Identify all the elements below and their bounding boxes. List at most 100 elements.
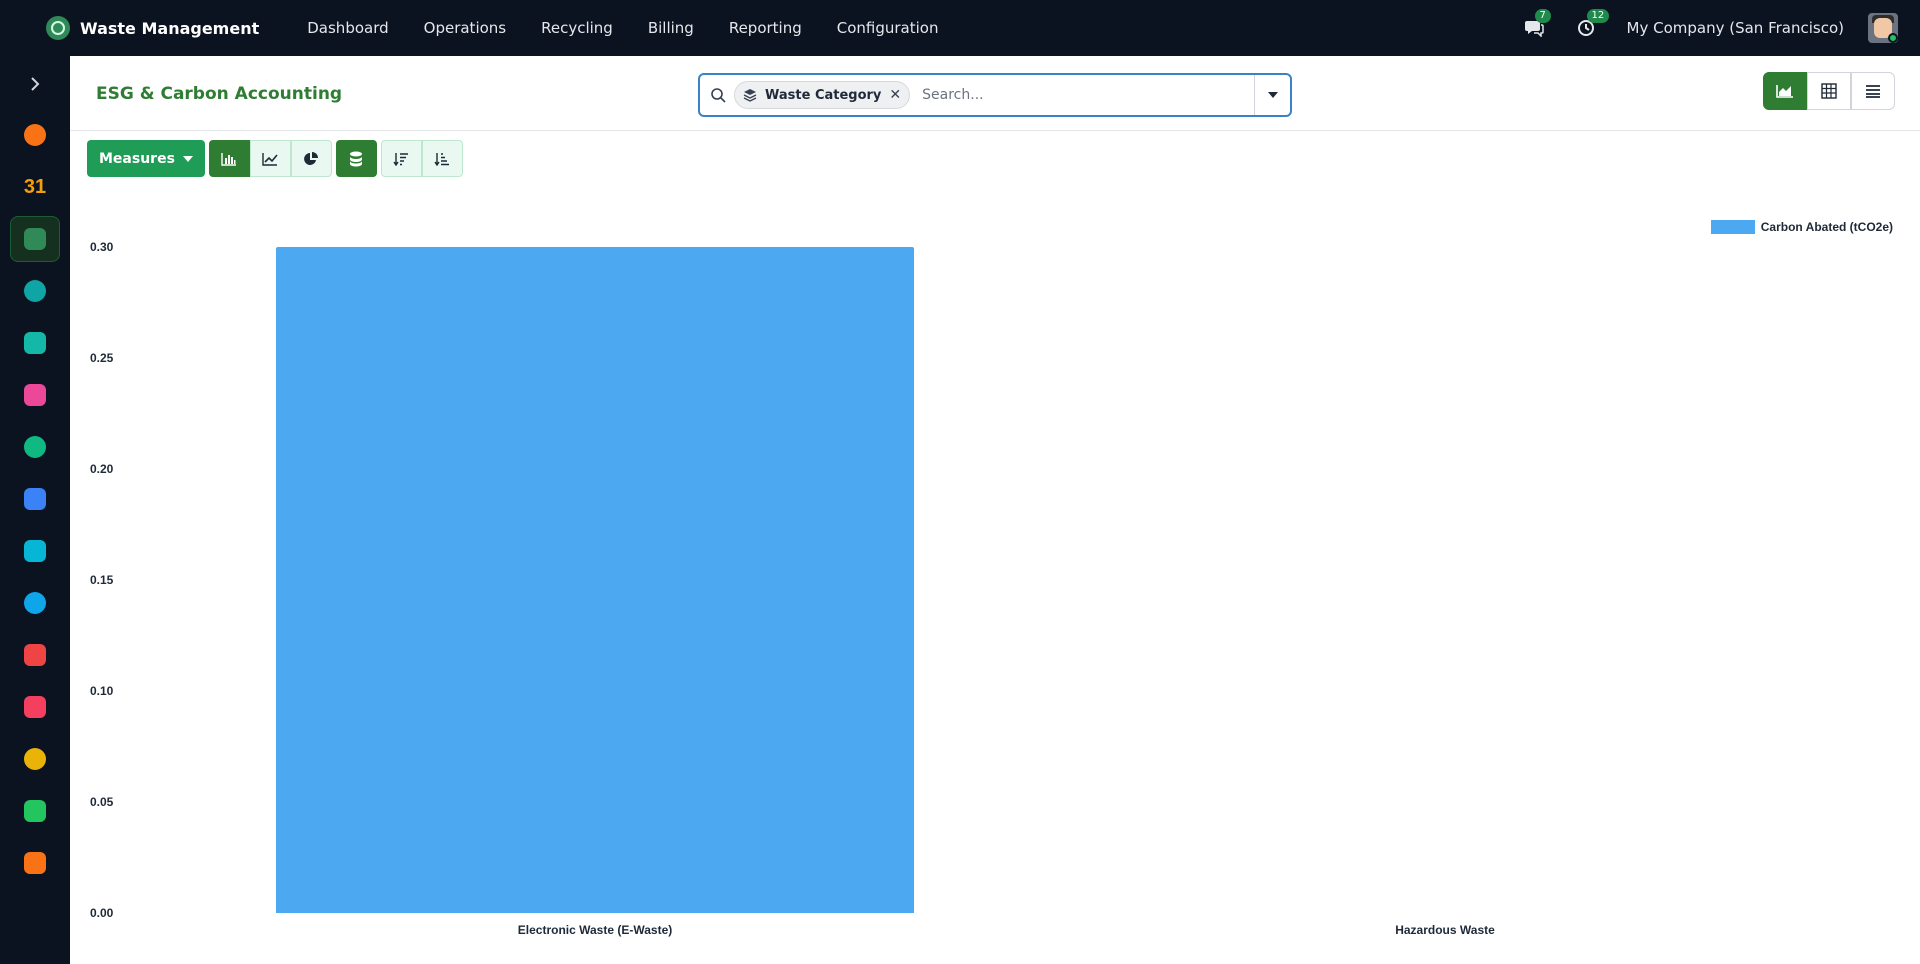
y-tick-label: 0.25 (90, 351, 114, 365)
top-navbar: Waste Management Dashboard Operations Re… (0, 0, 1920, 56)
sidebar-app-7[interactable] (10, 476, 60, 522)
calendar-icon: 31 (23, 175, 47, 198)
pivot-view-button[interactable] (1807, 72, 1851, 110)
graph-toolbar: Measures (87, 140, 467, 178)
sidebar-app-9[interactable] (10, 580, 60, 626)
search-input[interactable] (922, 87, 1253, 103)
control-panel: ESG & Carbon Accounting Waste Category ✕ (70, 56, 1920, 131)
dashboards-icon (24, 384, 46, 406)
menu-dashboard[interactable]: Dashboard (307, 19, 388, 37)
y-tick-label: 0.20 (90, 462, 114, 476)
table-grid-icon (1821, 83, 1837, 99)
caret-down-icon (182, 155, 193, 162)
app-brand[interactable]: Waste Management (46, 16, 259, 40)
chart-type-group (208, 140, 332, 178)
measures-dropdown-button[interactable]: Measures (87, 140, 205, 177)
y-tick-label: 0.10 (90, 684, 114, 698)
sidebar-app-8[interactable] (10, 528, 60, 574)
bar-chart-button[interactable] (208, 140, 250, 177)
search-bar: Waste Category ✕ (698, 73, 1292, 117)
crm-icon (24, 332, 46, 354)
systray: 7 12 My Company (San Francisco) (1523, 0, 1898, 56)
contacts-icon (24, 280, 46, 302)
sort-descending-button[interactable] (380, 140, 422, 177)
sidebar-app-6[interactable] (10, 424, 60, 470)
chart-bar[interactable] (276, 247, 914, 913)
pie-chart-icon (304, 151, 319, 165)
pie-chart-button[interactable] (290, 140, 332, 177)
sidebar-app-3[interactable] (10, 268, 60, 314)
fleet-icon (24, 696, 46, 718)
sidebar-app-12[interactable] (10, 736, 60, 782)
y-tick-label: 0.05 (90, 795, 114, 809)
waste-management-icon (24, 228, 46, 250)
line-chart-icon (262, 152, 279, 166)
invoicing-icon (24, 488, 46, 510)
measures-label: Measures (99, 150, 175, 167)
menu-operations[interactable]: Operations (424, 19, 506, 37)
y-tick-label: 0.15 (90, 573, 114, 587)
sidebar-app-11[interactable] (10, 684, 60, 730)
page-title: ESG & Carbon Accounting (96, 84, 343, 104)
menu-reporting[interactable]: Reporting (729, 19, 802, 37)
sidebar-expand-button[interactable] (0, 56, 70, 112)
line-chart-button[interactable] (249, 140, 291, 177)
sidebar-app-13[interactable] (10, 788, 60, 834)
main-menu: Dashboard Operations Recycling Billing R… (307, 19, 973, 37)
list-view-button[interactable] (1851, 72, 1895, 110)
app-name: Waste Management (80, 18, 260, 38)
waste-management-logo-icon (46, 16, 70, 40)
sidebar-app-0[interactable] (10, 112, 60, 158)
sidebar-app-5[interactable] (10, 372, 60, 418)
search-options-toggle[interactable] (1254, 75, 1290, 115)
y-tick-label: 0.30 (90, 240, 114, 254)
online-status-icon (1888, 33, 1898, 43)
messages-button[interactable]: 7 (1523, 9, 1551, 39)
stacked-group (335, 140, 377, 178)
inventory-icon (24, 644, 46, 666)
reporting-icon (24, 800, 46, 822)
facet-label: Waste Category (765, 87, 882, 103)
menu-configuration[interactable]: Configuration (837, 19, 939, 37)
legend-swatch (1710, 220, 1755, 234)
remove-facet-button[interactable]: ✕ (889, 87, 901, 103)
app-sidebar: 31 (0, 56, 70, 964)
settings-icon (24, 852, 46, 874)
user-avatar[interactable] (1868, 13, 1898, 43)
database-icon (350, 151, 363, 166)
sidebar-app-1[interactable]: 31 (10, 164, 60, 210)
x-tick-label: Hazardous Waste (1395, 923, 1495, 937)
chart-legend[interactable]: Carbon Abated (tCO2e) (1710, 220, 1893, 234)
graph-chart: Carbon Abated (tCO2e) 0.00 0.05 0.10 0.15 0.… (70, 200, 1920, 964)
menu-recycling[interactable]: Recycling (541, 19, 613, 37)
area-chart-icon (1776, 85, 1793, 98)
sidebar-app-14[interactable] (10, 840, 60, 886)
legend-label: Carbon Abated (tCO2e) (1760, 220, 1893, 234)
menu-billing[interactable]: Billing (648, 19, 694, 37)
search-facet-group-by: Waste Category ✕ (734, 81, 911, 109)
bar-chart-icon (221, 152, 237, 166)
sidebar-app-list: 31 (0, 112, 70, 886)
list-icon (1866, 85, 1880, 98)
sidebar-app-2[interactable] (10, 216, 60, 262)
stacked-toggle-button[interactable] (335, 140, 377, 177)
layers-icon (743, 89, 757, 102)
planning-icon (24, 540, 46, 562)
sidebar-app-10[interactable] (10, 632, 60, 678)
company-switcher[interactable]: My Company (San Francisco) (1627, 19, 1844, 37)
graph-view-button[interactable] (1763, 72, 1807, 110)
caret-down-icon (1267, 92, 1278, 98)
sidebar-app-4[interactable] (10, 320, 60, 366)
sort-ascending-icon (434, 152, 450, 166)
sign-icon (24, 748, 46, 770)
sort-ascending-button[interactable] (421, 140, 463, 177)
recycling-icon (24, 436, 46, 458)
activities-count-badge: 12 (1586, 9, 1610, 23)
discuss-icon (24, 124, 46, 146)
chevron-right-icon (31, 77, 40, 91)
messages-count-badge: 7 (1534, 9, 1551, 23)
sort-descending-icon (393, 152, 409, 166)
project-icon (24, 592, 46, 614)
activities-button[interactable]: 12 (1575, 9, 1610, 39)
sort-group (380, 140, 463, 178)
